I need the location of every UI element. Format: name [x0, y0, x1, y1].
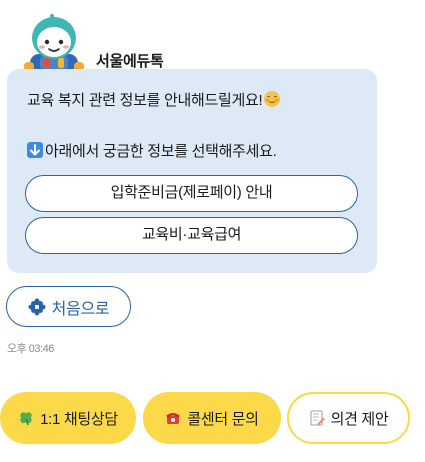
choice-button-education-cost[interactable]: 교육비·교육급여 [25, 217, 358, 254]
bot-header: 서울에듀톡 [20, 14, 280, 76]
message-timestamp: 오후 03:46 [7, 343, 54, 355]
message-line: 교육 복지 관련 정보를 안내해드릴게요! [27, 89, 281, 110]
callcenter-label: 콜센터 문의 [187, 410, 259, 428]
down-arrow-icon [27, 142, 43, 158]
smile-emoji-icon [264, 91, 281, 107]
telephone-icon [166, 413, 181, 424]
chat-consult-button[interactable]: 1:1 채팅상담 [0, 392, 136, 444]
chat-screen: 서울에듀톡 교육 복지 관련 정보를 안내해드릴게요! 아래에서 궁금한 정보를… [0, 0, 425, 462]
message-text: 교육 복지 관련 정보를 안내해드릴게요! [27, 92, 263, 109]
message-bubble: 교육 복지 관련 정보를 안내해드릴게요! 아래에서 궁금한 정보를 선택해주세… [7, 69, 377, 273]
chat-consult-label: 1:1 채팅상담 [40, 410, 118, 428]
message-line: 아래에서 궁금한 정보를 선택해주세요. [27, 140, 277, 161]
flower-icon [28, 297, 46, 316]
message-text: 아래에서 궁금한 정보를 선택해주세요. [45, 143, 277, 160]
home-button-label: 처음으로 [51, 300, 110, 318]
suggestion-label: 의견 제안 [330, 410, 389, 428]
callcenter-button[interactable]: 콜센터 문의 [143, 392, 281, 444]
bot-avatar [24, 14, 84, 76]
clover-icon [20, 412, 32, 426]
bot-name: 서울에듀톡 [96, 53, 164, 70]
suggestion-button[interactable]: 의견 제안 [287, 392, 410, 444]
memo-icon [310, 410, 325, 426]
home-button[interactable]: 처음으로 [6, 286, 131, 327]
choice-button-entrance-fund[interactable]: 입학준비금(제로페이) 안내 [25, 175, 358, 212]
